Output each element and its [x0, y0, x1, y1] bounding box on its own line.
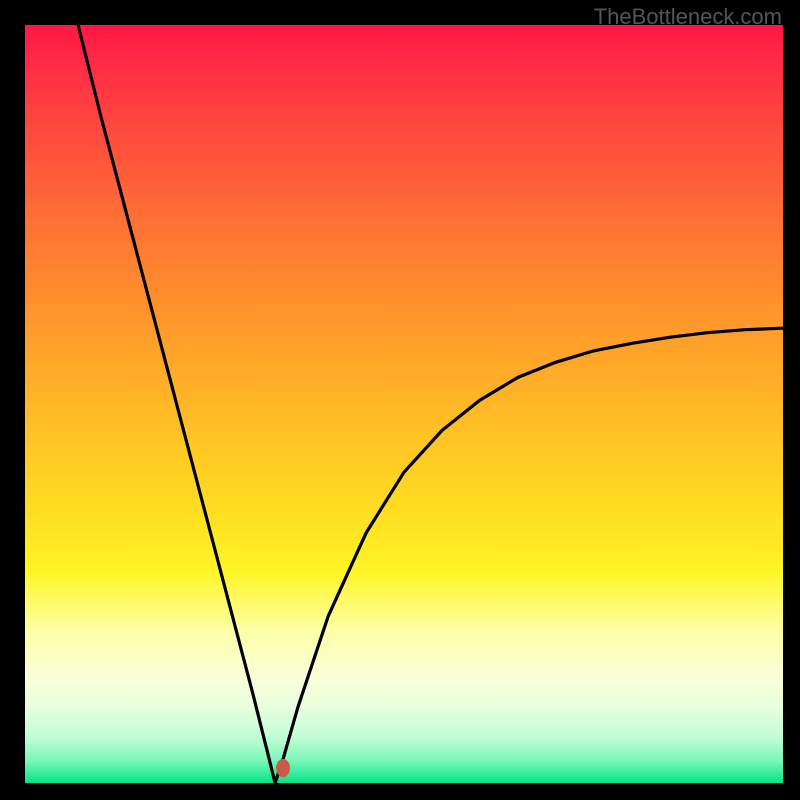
watermark: TheBottleneck.com [594, 4, 782, 30]
chart-plot-area [25, 25, 783, 783]
bottleneck-curve [25, 25, 783, 783]
optimal-point-marker [276, 759, 290, 777]
